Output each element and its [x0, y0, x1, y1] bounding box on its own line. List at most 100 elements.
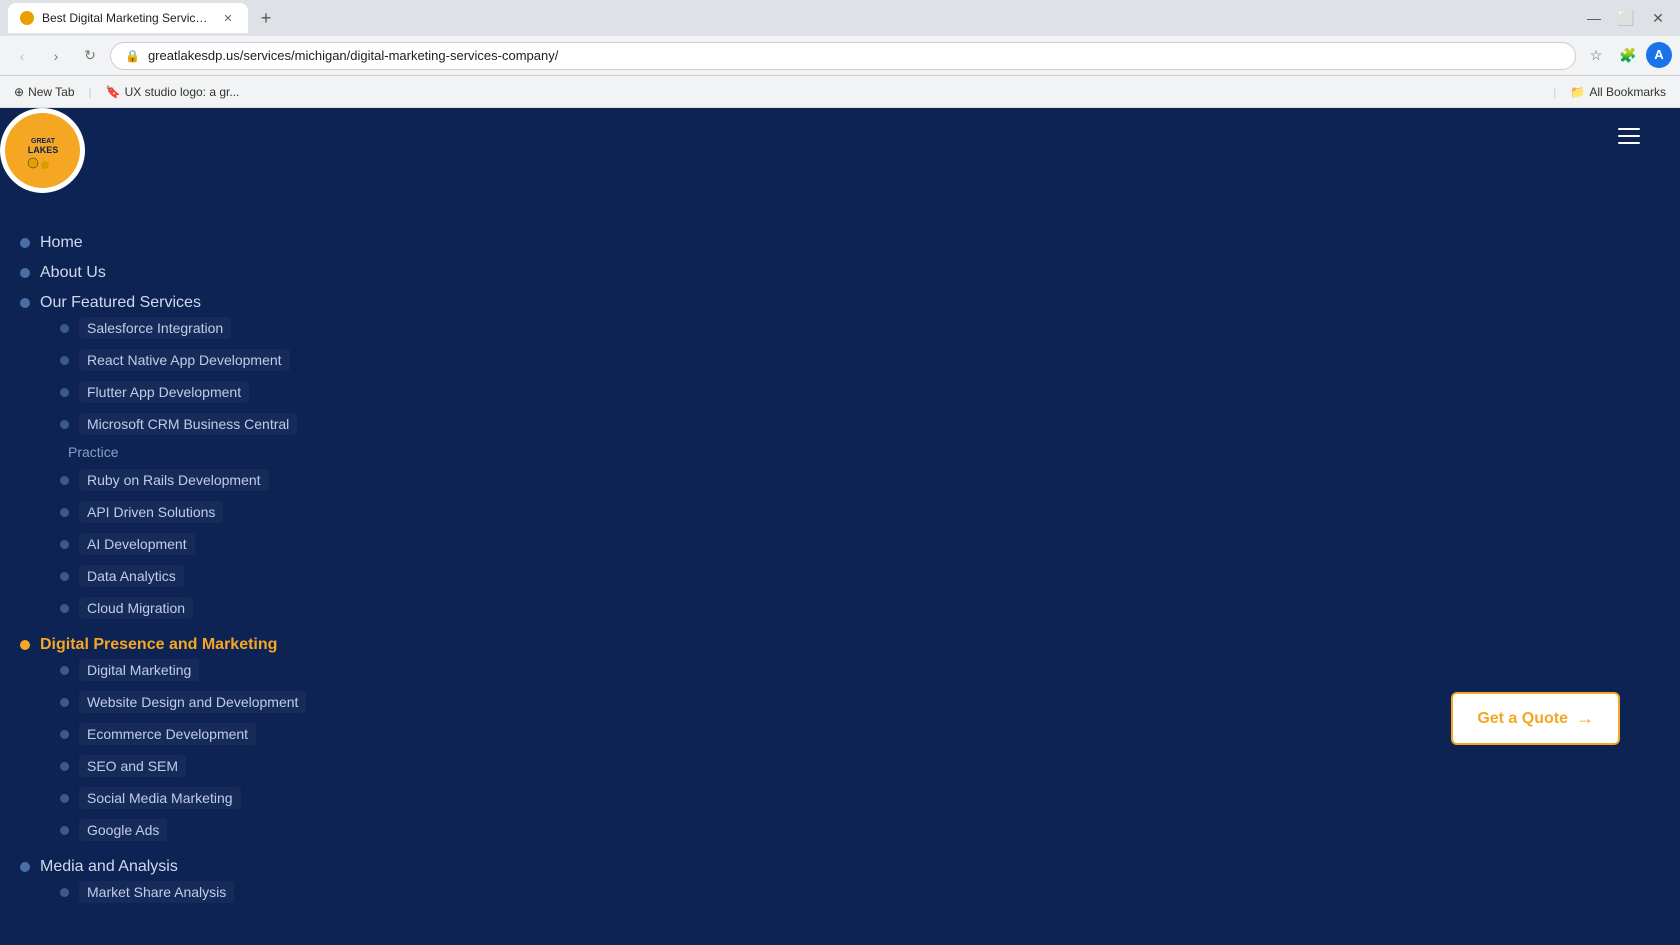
subnav-label-microsoft-crm[interactable]: Microsoft CRM Business Central	[79, 413, 297, 435]
subnav-bullet	[60, 356, 69, 365]
subnav-bullet	[60, 324, 69, 333]
subnav-label-flutter[interactable]: Flutter App Development	[79, 381, 249, 403]
subnav-label-react-native[interactable]: React Native App Development	[79, 349, 290, 371]
subnav-item-api-driven[interactable]: API Driven Solutions	[60, 496, 510, 528]
secure-icon: 🔒	[125, 49, 140, 63]
window-controls: — ⬜ ✕	[1580, 4, 1672, 32]
subnav-bullet	[60, 666, 69, 675]
nav-item-media-analysis[interactable]: Media and Analysis Market Share Analysis	[20, 852, 510, 914]
new-tab-button[interactable]: +	[252, 4, 280, 32]
subnav-bullet	[60, 698, 69, 707]
bookmarks-separator: |	[89, 85, 92, 99]
bookmark-icon: 🔖	[106, 85, 121, 99]
nav-bullet-featured	[20, 298, 30, 308]
nav-bullet-media	[20, 862, 30, 872]
subnav-item-digital-marketing[interactable]: Digital Marketing	[60, 654, 510, 686]
restore-button[interactable]: ⬜	[1612, 4, 1640, 32]
nav-label-media-analysis[interactable]: Media and Analysis	[40, 858, 178, 875]
nav-bullet-about	[20, 268, 30, 278]
subnav-label-cloud-migration[interactable]: Cloud Migration	[79, 597, 193, 619]
nav-label-digital-presence[interactable]: Digital Presence and Marketing	[40, 636, 277, 653]
subnav-item-microsoft-crm[interactable]: Microsoft CRM Business Central	[60, 408, 510, 440]
subnav-media: Market Share Analysis	[40, 876, 510, 908]
extensions-button[interactable]: 🧩	[1614, 42, 1642, 70]
subnav-label-google-ads[interactable]: Google Ads	[79, 819, 167, 841]
nav-item-about[interactable]: About Us	[20, 258, 510, 288]
subnav-bullet	[60, 762, 69, 771]
svg-text:GREAT: GREAT	[31, 138, 56, 145]
subnav-label-ruby-rails[interactable]: Ruby on Rails Development	[79, 469, 269, 491]
get-quote-button[interactable]: Get a Quote →	[1451, 692, 1620, 745]
nav-item-featured-services[interactable]: Our Featured Services Salesforce Integra…	[20, 288, 510, 630]
nav-label-featured-services[interactable]: Our Featured Services	[40, 294, 201, 311]
subnav-bullet	[60, 420, 69, 429]
nav-item-digital-presence[interactable]: Digital Presence and Marketing Digital M…	[20, 630, 510, 852]
subnav-label-digital-marketing[interactable]: Digital Marketing	[79, 659, 199, 681]
subnav-item-market-share[interactable]: Market Share Analysis	[60, 876, 510, 908]
logo-circle: GREAT LAKES	[0, 108, 85, 193]
subnav-item-salesforce[interactable]: Salesforce Integration	[60, 312, 510, 344]
minimize-button[interactable]: —	[1580, 4, 1608, 32]
subnav-label-ai-dev[interactable]: AI Development	[79, 533, 195, 555]
subnav-item-ecommerce[interactable]: Ecommerce Development	[60, 718, 510, 750]
content-area	[510, 108, 1680, 945]
tab-title: Best Digital Marketing Services...	[42, 11, 212, 25]
subnav-item-flutter[interactable]: Flutter App Development	[60, 376, 510, 408]
subnav-label-social-media[interactable]: Social Media Marketing	[79, 787, 241, 809]
nav-item-home[interactable]: Home	[20, 228, 510, 258]
svg-text:LAKES: LAKES	[27, 145, 58, 155]
subnav-item-react-native[interactable]: React Native App Development	[60, 344, 510, 376]
refresh-button[interactable]: ↻	[76, 42, 104, 70]
quote-btn-arrow: →	[1576, 708, 1594, 729]
subnav-label-data-analytics[interactable]: Data Analytics	[79, 565, 184, 587]
subnav-digital-presence: Digital Marketing Website Design and Dev…	[40, 654, 510, 846]
address-bar[interactable]: 🔒 greatlakesdp.us/services/michigan/digi…	[110, 42, 1576, 70]
hamburger-menu-button[interactable]	[1618, 128, 1640, 144]
profile-button[interactable]: A	[1646, 42, 1672, 68]
subnav-item-website-design[interactable]: Website Design and Development	[60, 686, 510, 718]
hamburger-line-1	[1618, 128, 1640, 130]
all-bookmarks[interactable]: 📁 All Bookmarks	[1564, 83, 1672, 101]
subnav-label-salesforce[interactable]: Salesforce Integration	[79, 317, 231, 339]
quote-btn-label: Get a Quote	[1477, 710, 1568, 728]
logo-container: GREAT LAKES	[0, 108, 90, 198]
forward-button[interactable]: ›	[42, 42, 70, 70]
subnav-bullet	[60, 388, 69, 397]
nav-label-home[interactable]: Home	[40, 234, 83, 252]
subnav-item-ruby-rails[interactable]: Ruby on Rails Development	[60, 464, 510, 496]
active-tab[interactable]: Best Digital Marketing Services... ✕	[8, 3, 248, 33]
page-content: GREAT LAKES Home About Us	[0, 108, 1680, 945]
subnav-item-seo-sem[interactable]: SEO and SEM	[60, 750, 510, 782]
bookmark-ux-studio[interactable]: 🔖 UX studio logo: a gr...	[100, 83, 246, 101]
subnav-label-seo-sem[interactable]: SEO and SEM	[79, 755, 186, 777]
nav-bullet-digital-presence	[20, 640, 30, 650]
bookmark-new-tab-icon: ⊕	[14, 85, 24, 99]
practice-section-label: Practice	[60, 440, 510, 464]
subnav-bullet	[60, 540, 69, 549]
subnav-label-api-driven[interactable]: API Driven Solutions	[79, 501, 223, 523]
subnav-label-market-share[interactable]: Market Share Analysis	[79, 881, 234, 903]
subnav-bullet	[60, 508, 69, 517]
subnav-featured: Salesforce Integration React Native App …	[40, 312, 510, 624]
subnav-item-ai-dev[interactable]: AI Development	[60, 528, 510, 560]
subnav-bullet	[60, 888, 69, 897]
nav-label-about[interactable]: About Us	[40, 264, 106, 282]
subnav-item-social-media[interactable]: Social Media Marketing	[60, 782, 510, 814]
bookmark-star-button[interactable]: ☆	[1582, 42, 1610, 70]
subnav-label-ecommerce[interactable]: Ecommerce Development	[79, 723, 256, 745]
close-button[interactable]: ✕	[1644, 4, 1672, 32]
hamburger-line-2	[1618, 135, 1640, 137]
subnav-bullet	[60, 730, 69, 739]
url-text: greatlakesdp.us/services/michigan/digita…	[148, 48, 1561, 63]
tab-favicon	[20, 11, 34, 25]
subnav-bullet	[60, 794, 69, 803]
subnav-item-data-analytics[interactable]: Data Analytics	[60, 560, 510, 592]
tab-close-button[interactable]: ✕	[220, 10, 236, 26]
subnav-item-google-ads[interactable]: Google Ads	[60, 814, 510, 846]
bookmark-new-tab[interactable]: ⊕ GREAT New Tab	[8, 83, 81, 101]
back-button[interactable]: ‹	[8, 42, 36, 70]
subnav-bullet	[60, 476, 69, 485]
subnav-label-website-design[interactable]: Website Design and Development	[79, 691, 306, 713]
subnav-item-cloud-migration[interactable]: Cloud Migration	[60, 592, 510, 624]
logo-inner: GREAT LAKES	[5, 113, 80, 188]
